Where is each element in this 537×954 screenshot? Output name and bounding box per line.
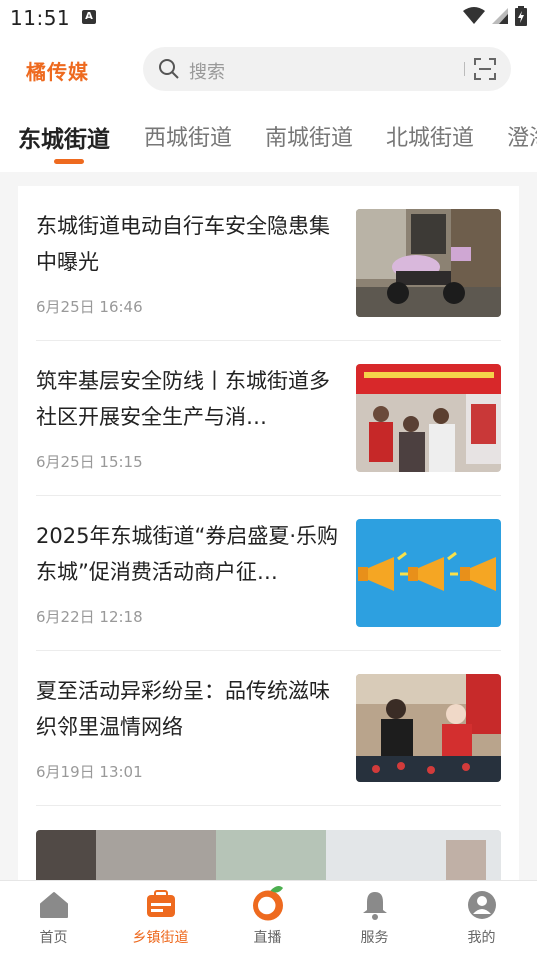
news-date: 6月25日 15:15 <box>36 453 143 471</box>
news-item[interactable]: 筑牢基层安全防线丨东城街道多社区开展安全生产与消… 6月25日 15:15 <box>36 341 501 496</box>
safety-event-image <box>356 364 501 472</box>
news-item[interactable]: 2025年东城街道“券启盛夏·乐购东城”促消费活动商户征… 6月22日 12:1… <box>36 496 501 651</box>
news-date: 6月22日 12:18 <box>36 608 143 626</box>
search-divider <box>464 62 465 76</box>
profile-icon <box>467 891 496 919</box>
battery-icon <box>515 6 527 26</box>
bell-icon <box>362 892 387 920</box>
status-bar: 11:51 A <box>0 0 537 36</box>
wifi-icon <box>463 7 485 24</box>
tab-nancheng[interactable]: 南城街道 <box>265 120 353 152</box>
scan-icon[interactable] <box>473 57 497 81</box>
nav-town[interactable]: 乡镇街道 <box>107 881 214 954</box>
search-placeholder: 搜索 <box>189 62 225 83</box>
tab-xicheng[interactable]: 西城街道 <box>144 120 232 152</box>
nav-label: 乡镇街道 <box>132 930 189 946</box>
community-event-image <box>356 674 501 782</box>
nav-profile[interactable]: 我的 <box>428 881 535 954</box>
nav-label: 服务 <box>360 930 389 946</box>
nav-live[interactable]: 直播 <box>214 881 321 954</box>
home-icon <box>39 892 68 918</box>
bottom-nav: 首页 乡镇街道 直播 服务 我的 <box>0 880 537 954</box>
town-icon <box>146 890 175 917</box>
nav-label: 首页 <box>39 930 68 946</box>
nav-label: 直播 <box>253 930 282 946</box>
news-title: 筑牢基层安全防线丨东城街道多社区开展安全生产与消… <box>36 369 330 429</box>
status-icons <box>463 6 527 26</box>
news-date: 6月19日 13:01 <box>36 763 143 781</box>
live-icon <box>252 886 283 921</box>
search-input[interactable]: 搜索 <box>143 47 511 91</box>
app-header: 橘传媒 搜索 <box>0 36 537 102</box>
search-icon <box>159 59 179 79</box>
tab-indicator <box>54 159 84 164</box>
tab-beicheng[interactable]: 北城街道 <box>386 120 474 152</box>
electric-bike-image <box>356 209 501 317</box>
notification-a-icon: A <box>82 10 96 24</box>
signal-icon <box>492 8 508 24</box>
news-thumbnail-partial[interactable] <box>36 830 501 886</box>
news-date: 6月25日 16:46 <box>36 298 143 316</box>
tab-chenghai[interactable]: 澄海 <box>507 120 537 152</box>
app-logo: 橘传媒 <box>26 60 89 84</box>
news-title: 夏至活动异彩纷呈：品传统滋味 织邻里温情网络 <box>36 679 330 739</box>
news-item[interactable]: 东城街道电动自行车安全隐患集中曝光 6月25日 16:46 <box>36 186 501 341</box>
tab-dongcheng[interactable]: 东城街道 <box>18 120 110 154</box>
street-tabs: 东城街道 西城街道 南城街道 北城街道 澄海 <box>0 102 537 172</box>
news-feed: 东城街道电动自行车安全隐患集中曝光 6月25日 16:46 筑牢基层安全防线丨东… <box>18 186 519 886</box>
megaphone-image <box>356 519 501 627</box>
status-time: 11:51 <box>10 6 71 30</box>
nav-label: 我的 <box>467 930 496 946</box>
news-item[interactable]: 夏至活动异彩纷呈：品传统滋味 织邻里温情网络 6月19日 13:01 <box>36 651 501 806</box>
news-title: 东城街道电动自行车安全隐患集中曝光 <box>36 214 330 274</box>
news-title: 2025年东城街道“券启盛夏·乐购东城”促消费活动商户征… <box>36 524 338 584</box>
nav-service[interactable]: 服务 <box>321 881 428 954</box>
nav-home[interactable]: 首页 <box>0 881 107 954</box>
